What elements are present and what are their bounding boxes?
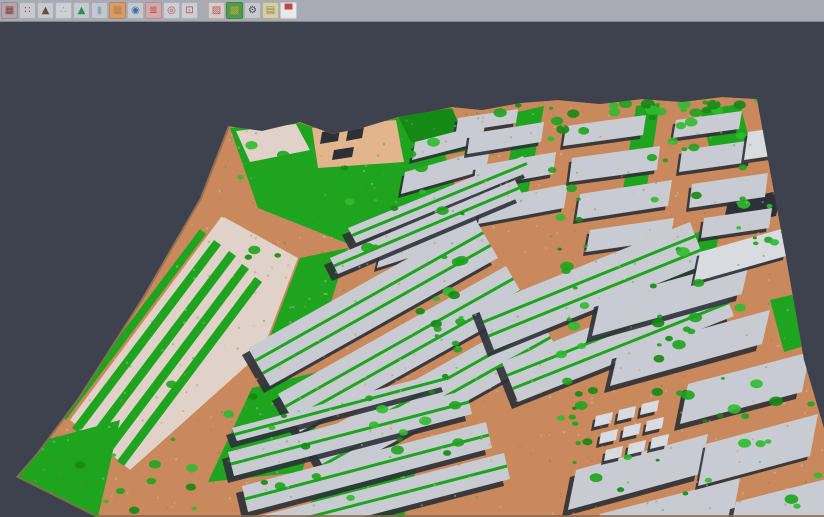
main-toolbar: ▦∷▲∴▲▮▦◉≣◎⊡▨▩⚙▤▀ (0, 0, 824, 22)
app-window: ▦∷▲∴▲▮▦◉≣◎⊡▨▩⚙▤▀ (0, 0, 824, 517)
viewport-3d[interactable] (0, 0, 824, 517)
clip-region-icon[interactable]: ▨ (208, 2, 225, 19)
point-cloud-scene (0, 0, 824, 517)
mountain-icon[interactable]: ▲ (37, 2, 54, 19)
orthophoto-icon[interactable]: ▦ (109, 2, 126, 19)
classified-map-icon[interactable]: ▩ (226, 2, 243, 19)
flag-icon[interactable]: ▀ (280, 2, 297, 19)
texture-patch-icon[interactable]: ▦ (1, 2, 18, 19)
sparse-points-icon[interactable]: ∴ (55, 2, 72, 19)
selection-bounds-icon[interactable]: ⊡ (181, 2, 198, 19)
camera-icon[interactable]: ⚙ (244, 2, 261, 19)
column-icon[interactable]: ▮ (91, 2, 108, 19)
globe-icon[interactable]: ◉ (127, 2, 144, 19)
green-hill-icon[interactable]: ▲ (73, 2, 90, 19)
target-ring-icon[interactable]: ◎ (163, 2, 180, 19)
elevation-table-icon[interactable]: ≣ (145, 2, 162, 19)
measure-icon[interactable]: ▤ (262, 2, 279, 19)
classify-points-icon[interactable]: ∷ (19, 2, 36, 19)
